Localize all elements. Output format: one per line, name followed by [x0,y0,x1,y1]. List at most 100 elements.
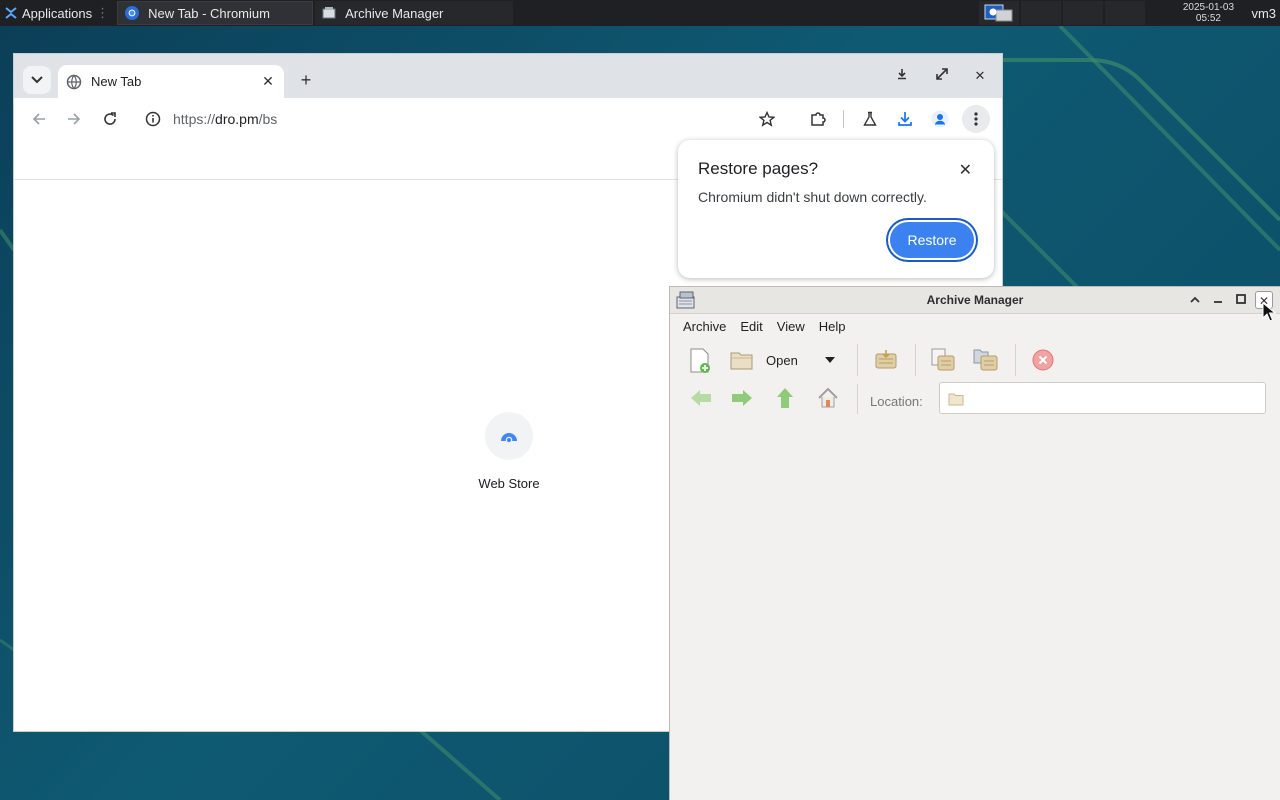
menu-archive[interactable]: Archive [676,319,733,334]
dialog-title: Restore pages? [698,159,819,178]
location-field[interactable] [939,382,1266,414]
restore-pages-dialog: Restore pages? Chromium didn't shut down… [678,140,994,278]
menu-view[interactable]: View [770,319,812,334]
taskbar-item-label: New Tab - Chromium [148,5,270,21]
globe-icon [66,74,82,89]
forward-icon[interactable] [63,108,85,130]
mouse-cursor-icon [1262,302,1276,322]
open-button[interactable]: Open [730,350,798,370]
clock-time: 05:52 [1195,13,1221,24]
new-tab-button[interactable]: + [296,70,316,90]
applications-label: Applications [22,5,93,21]
url-domain: dro.pm [215,111,259,127]
applications-separator: ⋮ [96,5,110,20]
home-button[interactable] [817,387,839,409]
taskbar: Applications ⋮ New Tab - Chromium Archiv… [0,0,1280,26]
taskbar-item-chromium[interactable]: New Tab - Chromium [117,1,314,25]
chromium-icon [125,6,140,20]
workspace-switcher[interactable] [979,1,1020,25]
toolbar-separator [857,344,858,376]
web-store-shortcut-tile [485,412,533,460]
add-folder-icon [973,349,998,371]
chevron-down-icon [31,76,43,84]
archive-manager-icon [322,7,336,19]
toolbar-separator [915,344,916,376]
maximize-icon[interactable] [1232,291,1250,309]
browser-toolbar: https://dro.pm/bs [14,98,1002,140]
archive-manager-window: Archive Manager ✕ Archive Edit View Help… [670,287,1280,800]
add-files-button[interactable] [930,347,956,373]
user-menu[interactable]: vm3 [1241,6,1280,21]
bookmark-star-icon[interactable] [756,108,778,130]
folder-open-icon [730,352,753,370]
new-archive-icon [690,348,710,373]
home-icon [818,387,838,408]
tab-new-tab[interactable]: New Tab ✕ [58,65,284,98]
workspace-3[interactable] [1063,1,1104,25]
minimize-icon[interactable] [892,68,912,83]
system-tray: 2025-01-03 05:52 vm3 [979,0,1280,26]
web-store-icon [501,433,517,444]
workspace-2[interactable] [1021,1,1062,25]
url-path: /bs [258,111,278,127]
url-scheme: https:// [173,111,216,127]
toolbar-separator [1015,344,1016,376]
profile-avatar-icon[interactable] [929,108,951,130]
back-button[interactable] [690,389,712,407]
dialog-message: Chromium didn't shut down correctly. [698,189,927,205]
roll-up-icon[interactable] [1186,291,1204,309]
new-archive-button[interactable] [688,348,712,374]
forward-arrow-icon [732,390,752,406]
menu-help[interactable]: Help [812,319,853,334]
taskbar-item-label: Archive Manager [345,5,444,21]
workspace-4[interactable] [1105,1,1146,25]
applications-menu[interactable]: Applications ⋮ [0,0,115,26]
toolbar-separator [857,384,858,414]
minimize-icon[interactable] [1209,291,1227,309]
location-label: Location: [870,394,923,409]
clock[interactable]: 2025-01-03 05:52 [1175,2,1241,24]
archive-manager-titlebar[interactable]: Archive Manager ✕ [670,287,1280,314]
toolbar-separator [843,110,844,128]
restore-button[interactable]: Restore [890,222,974,258]
window-close-icon[interactable]: ✕ [970,68,990,84]
labs-flask-icon[interactable] [859,108,881,130]
location-toolbar: Location: [670,382,1280,424]
tab-close-icon[interactable]: ✕ [260,73,276,90]
add-folder-button[interactable] [973,347,999,373]
site-info-icon[interactable] [145,111,161,127]
extract-icon [875,350,897,369]
stop-icon [1032,349,1054,371]
folder-icon [948,393,964,406]
reload-icon[interactable] [99,108,121,130]
tab-strip: New Tab ✕ + ✕ [14,54,1002,98]
workspace-preview-icon [984,4,1013,22]
taskbar-item-archive-manager[interactable]: Archive Manager [315,1,514,25]
dialog-close-icon[interactable]: ✕ [959,160,972,180]
applications-logo-icon [5,7,17,19]
menu-edit[interactable]: Edit [733,319,769,334]
more-menu-icon[interactable] [962,105,990,133]
open-recent-dropdown[interactable] [824,356,836,364]
tab-title: New Tab [91,74,142,89]
back-icon[interactable] [28,108,50,130]
open-label: Open [766,352,798,368]
menubar: Archive Edit View Help [670,314,1280,338]
clock-date: 2025-01-03 [1182,2,1235,13]
downloads-icon[interactable] [894,108,916,130]
archive-file-list[interactable] [670,426,1280,800]
extract-button[interactable] [873,348,899,372]
back-arrow-icon [691,390,711,406]
maximize-icon[interactable] [932,68,952,83]
url-text: https://dro.pm/bs [173,111,277,127]
shortcut-web-store[interactable]: Web Store [464,412,554,491]
dropdown-arrow-icon [825,357,835,363]
stop-button[interactable] [1032,349,1054,371]
extensions-icon[interactable] [807,108,829,130]
up-button[interactable] [776,387,794,409]
address-bar[interactable]: https://dro.pm/bs [137,103,792,135]
forward-button[interactable] [731,389,753,407]
tab-search-button[interactable] [23,66,51,94]
up-arrow-icon [777,388,793,408]
add-files-icon [931,348,955,371]
